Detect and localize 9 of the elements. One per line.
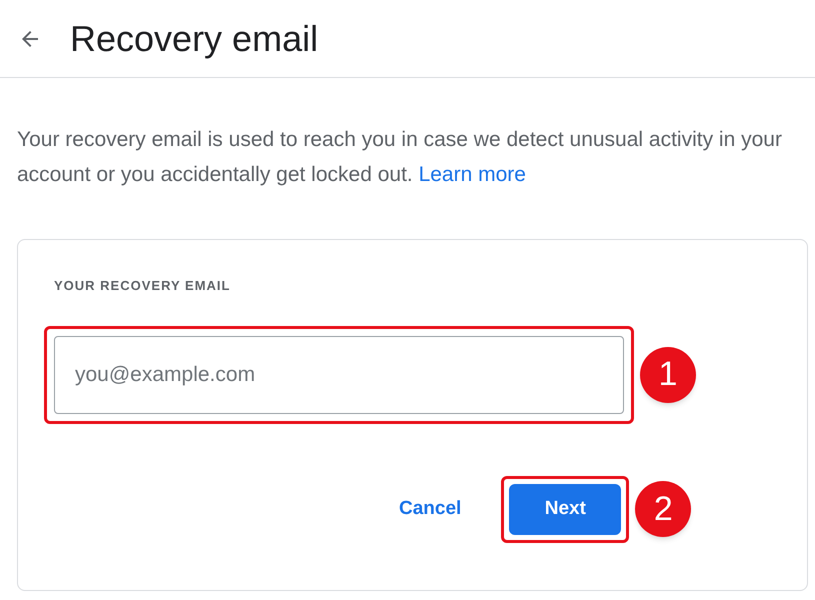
next-button[interactable]: Next <box>509 484 622 534</box>
learn-more-link[interactable]: Learn more <box>418 163 526 186</box>
field-label: YOUR RECOVERY EMAIL <box>54 277 232 295</box>
email-input-field[interactable]: you@example.com <box>54 336 624 414</box>
cancel-button[interactable]: Cancel <box>387 486 474 532</box>
number-badge: 2 <box>635 481 692 537</box>
number-badge: 1 <box>640 346 696 402</box>
page-title: Recovery email <box>70 16 318 60</box>
description-text: Your recovery email is used to reach you in case we detect unusual activity in your account or you accidentally get locked out. Learn more <box>17 127 783 188</box>
